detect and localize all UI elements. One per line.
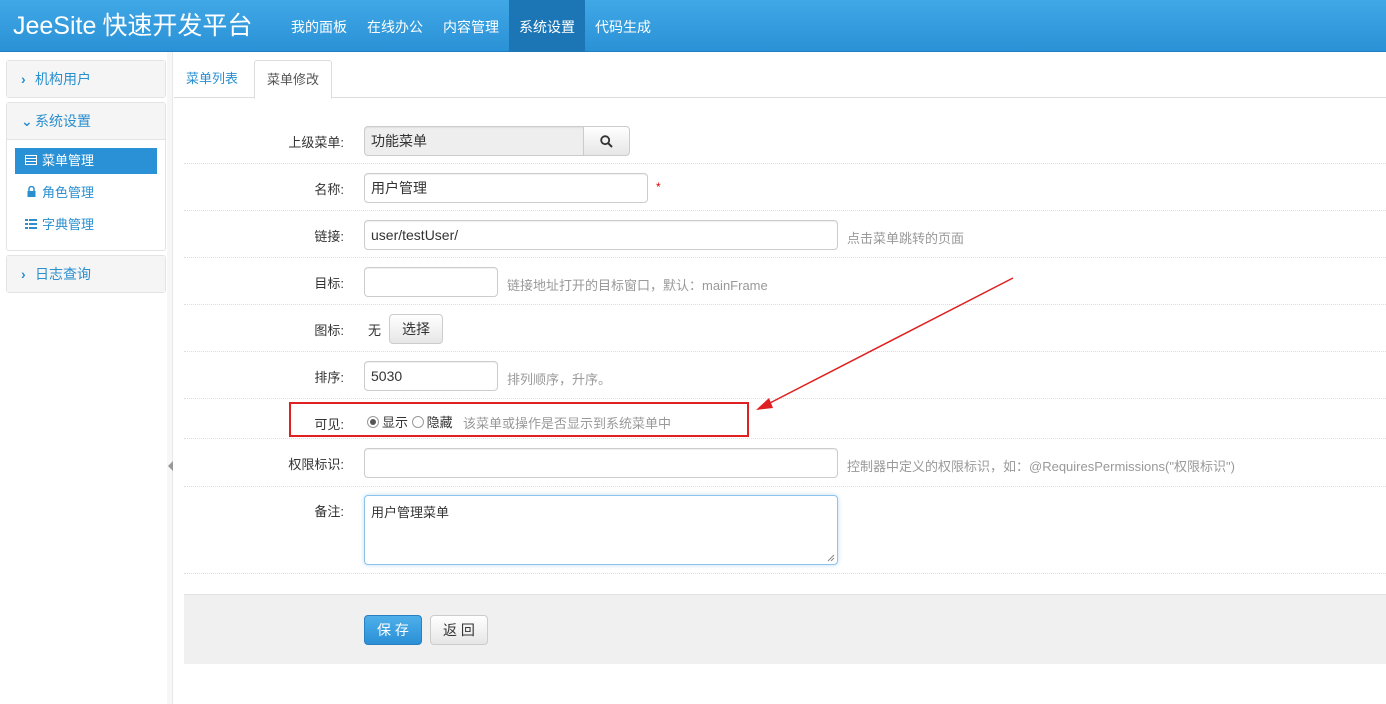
permission-input[interactable]: [364, 448, 838, 478]
collapse-arrow-icon[interactable]: [168, 461, 173, 471]
remarks-textarea[interactable]: 用户管理菜单: [364, 495, 838, 565]
href-help: 点击菜单跳转的页面: [847, 231, 965, 246]
main-nav: 我的面板 在线办公 内容管理 系统设置 代码生成: [281, 0, 661, 52]
tab-menu-edit[interactable]: 菜单修改: [254, 60, 333, 99]
icon-select-button[interactable]: 选择: [389, 314, 443, 344]
form-row-href: 链接: user/testUser/ 点击菜单跳转的页面: [184, 211, 1386, 258]
sidebar-group-header-logs[interactable]: › 日志查询: [7, 256, 165, 292]
name-label: 名称:: [314, 182, 344, 197]
remarks-label: 备注:: [314, 504, 344, 519]
sidebar-group-system-settings: ⌄ 系统设置 菜单管理 角色管理 字典管理: [6, 102, 166, 251]
sidebar-group-header-system-settings[interactable]: ⌄ 系统设置: [7, 103, 165, 139]
tab-menu-list[interactable]: 菜单列表: [174, 60, 250, 98]
sidebar-group-logs: › 日志查询: [6, 255, 166, 293]
brand-logo[interactable]: JeeSite 快速开发平台: [13, 9, 252, 43]
sidebar-splitter[interactable]: [167, 52, 173, 704]
save-button[interactable]: 保 存: [364, 615, 422, 645]
sidebar-group-body: 菜单管理 角色管理 字典管理: [7, 139, 165, 250]
permission-help: 控制器中定义的权限标识，如：@RequiresPermissions("权限标识…: [847, 459, 1235, 474]
sidebar-item-role-management[interactable]: 角色管理: [15, 180, 157, 206]
sidebar: › 机构用户 ⌄ 系统设置 菜单管理 角色管理 字典管理 › 日志查询: [6, 60, 166, 297]
annotation-highlight-box: [289, 402, 749, 437]
required-marker: *: [656, 180, 661, 194]
form-row-icon: 图标: 无 选择: [184, 305, 1386, 352]
remarks-text: 用户管理菜单: [371, 505, 450, 520]
form-row-permission: 权限标识: 控制器中定义的权限标识，如：@RequiresPermissions…: [184, 439, 1386, 487]
chevron-right-icon: ›: [21, 71, 26, 87]
target-label: 目标:: [314, 276, 344, 291]
sidebar-group-header-org-users[interactable]: › 机构用户: [7, 61, 165, 97]
href-label: 链接:: [314, 229, 344, 244]
form-actions: 保 存 返 回: [184, 594, 1386, 664]
sort-input[interactable]: 5030: [364, 361, 498, 391]
sidebar-group-org-users: › 机构用户: [6, 60, 166, 98]
nav-item-dashboard[interactable]: 我的面板: [281, 0, 357, 52]
back-button[interactable]: 返 回: [430, 615, 488, 645]
target-help: 链接地址打开的目标窗口，默认：mainFrame: [507, 278, 768, 293]
form-row-parent: 上级菜单: 功能菜单: [184, 118, 1386, 164]
name-input[interactable]: 用户管理: [364, 173, 648, 203]
form-row-name: 名称: 用户管理 *: [184, 164, 1386, 211]
form-row-target: 目标: 链接地址打开的目标窗口，默认：mainFrame: [184, 258, 1386, 305]
sidebar-group-label: 日志查询: [35, 266, 91, 282]
form-row-remarks: 备注: 用户管理菜单: [184, 487, 1386, 574]
top-navbar: JeeSite 快速开发平台 我的面板 在线办公 内容管理 系统设置 代码生成: [0, 0, 1386, 52]
sidebar-item-label: 字典管理: [42, 217, 95, 232]
parent-menu-input[interactable]: 功能菜单: [364, 126, 584, 156]
sort-label: 排序:: [314, 370, 344, 385]
nav-item-system-settings[interactable]: 系统设置: [509, 0, 585, 52]
form-row-sort: 排序: 5030 排列顺序，升序。: [184, 352, 1386, 399]
chevron-down-icon: ⌄: [21, 113, 33, 129]
sidebar-group-label: 机构用户: [35, 71, 91, 87]
href-input[interactable]: user/testUser/: [364, 220, 838, 250]
table-icon: [23, 148, 39, 174]
lock-icon: [23, 180, 39, 206]
permission-label: 权限标识:: [288, 457, 344, 472]
search-icon: [600, 133, 613, 149]
brand-subtitle: 快速开发平台: [102, 11, 253, 40]
sidebar-item-menu-management[interactable]: 菜单管理: [15, 148, 157, 174]
sidebar-item-label: 菜单管理: [42, 153, 95, 168]
icon-value: 无: [368, 323, 382, 338]
list-icon: [23, 212, 39, 238]
sidebar-item-label: 角色管理: [42, 185, 95, 200]
nav-item-content[interactable]: 内容管理: [433, 0, 509, 52]
sort-help: 排列顺序，升序。: [507, 372, 612, 387]
nav-item-office[interactable]: 在线办公: [357, 0, 433, 52]
sidebar-item-dict-management[interactable]: 字典管理: [15, 212, 157, 238]
sidebar-group-label: 系统设置: [35, 113, 91, 129]
resize-handle-icon[interactable]: [827, 554, 835, 562]
brand-name: JeeSite: [13, 12, 97, 40]
target-input[interactable]: [364, 267, 498, 297]
parent-menu-search-button[interactable]: [583, 126, 630, 156]
parent-menu-label: 上级菜单:: [288, 135, 344, 150]
chevron-right-icon: ›: [21, 266, 26, 282]
tab-bar: 菜单列表 菜单修改: [174, 60, 1386, 99]
nav-item-codegen[interactable]: 代码生成: [585, 0, 661, 52]
icon-label: 图标:: [314, 323, 344, 338]
